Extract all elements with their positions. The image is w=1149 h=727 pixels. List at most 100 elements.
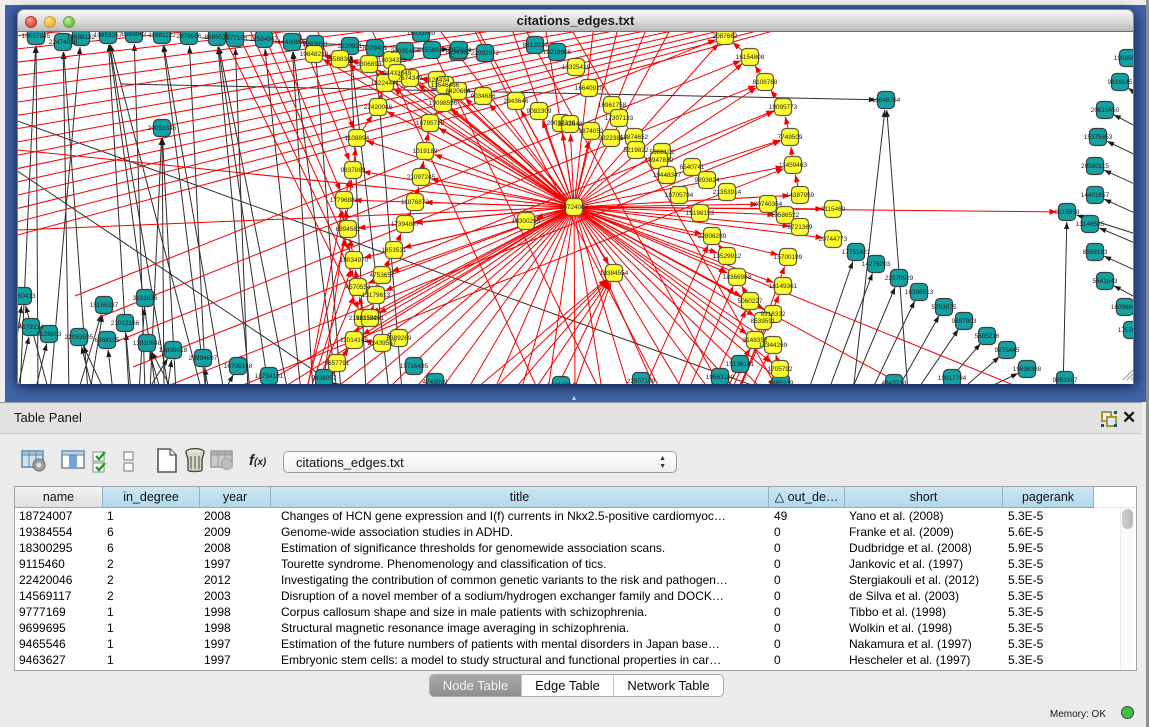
svg-text:9436057: 9436057	[312, 375, 337, 382]
svg-text:22420046: 22420046	[364, 104, 393, 111]
svg-text:10057945: 10057945	[22, 33, 51, 40]
svg-text:19586522: 19586522	[771, 212, 800, 219]
svg-text:19688132: 19688132	[67, 34, 96, 41]
svg-text:15136141: 15136141	[726, 361, 755, 368]
svg-text:20615450: 20615450	[1091, 107, 1120, 114]
svg-text:9034686: 9034686	[471, 93, 496, 100]
svg-text:10848230: 10848230	[300, 51, 329, 58]
svg-text:22806289: 22806289	[698, 233, 727, 240]
svg-text:3131636: 3131636	[133, 295, 158, 302]
svg-text:11584847: 11584847	[250, 36, 278, 43]
svg-text:5641643: 5641643	[1093, 278, 1118, 285]
svg-text:19384554: 19384554	[600, 270, 629, 277]
svg-text:5308102: 5308102	[650, 149, 675, 156]
svg-text:19448347: 19448347	[653, 172, 682, 179]
svg-text:15588301: 15588301	[326, 56, 355, 63]
svg-text:11014145: 11014145	[340, 337, 368, 344]
svg-text:14275203: 14275203	[862, 261, 891, 268]
svg-text:8721369: 8721369	[788, 224, 813, 231]
svg-text:8215958: 8215958	[1055, 209, 1080, 216]
svg-text:6994562: 6994562	[336, 226, 361, 233]
svg-text:18300295: 18300295	[512, 218, 541, 225]
svg-text:8359183: 8359183	[1083, 249, 1108, 256]
svg-text:1019189: 1019189	[413, 148, 438, 155]
svg-text:1108894: 1108894	[345, 135, 370, 142]
svg-text:14401657: 14401657	[1081, 192, 1110, 199]
svg-text:19836388: 19836388	[1013, 366, 1042, 373]
svg-text:5060227: 5060227	[738, 298, 763, 305]
svg-text:9887903: 9887903	[952, 318, 977, 325]
svg-text:15700199: 15700199	[774, 254, 803, 261]
svg-text:9893824: 9893824	[695, 177, 720, 184]
svg-text:16648764: 16648764	[872, 97, 901, 104]
svg-text:4050413: 4050413	[18, 293, 36, 300]
svg-text:17307133: 17307133	[605, 115, 634, 122]
svg-text:13146585: 13146585	[1076, 221, 1105, 228]
svg-text:17559643: 17559643	[1118, 327, 1134, 334]
svg-text:2077105: 2077105	[223, 35, 248, 42]
svg-text:11318461: 11318461	[356, 315, 384, 322]
svg-text:9318332: 9318332	[761, 311, 786, 318]
svg-text:9816145: 9816145	[1108, 79, 1133, 86]
svg-text:7674349: 7674349	[398, 75, 423, 82]
svg-text:13910648: 13910648	[133, 340, 162, 347]
svg-text:12344269: 12344269	[759, 342, 788, 349]
svg-text:5685216: 5685216	[975, 333, 1000, 340]
svg-text:2087662: 2087662	[713, 33, 738, 40]
svg-text:6128503: 6128503	[37, 331, 62, 338]
svg-text:6420686: 6420686	[446, 88, 471, 95]
svg-text:20744773: 20744773	[819, 236, 848, 243]
svg-text:20580115: 20580115	[1081, 163, 1109, 170]
svg-text:5219822: 5219822	[624, 147, 649, 154]
svg-text:19017734: 19017734	[938, 375, 967, 382]
svg-text:19098556: 19098556	[429, 100, 458, 107]
svg-text:16705148: 16705148	[224, 363, 253, 370]
svg-text:17394887: 17394887	[391, 221, 420, 228]
svg-text:4679214: 4679214	[19, 324, 44, 331]
svg-text:22053595: 22053595	[65, 334, 94, 341]
svg-text:4743069: 4743069	[423, 379, 448, 384]
svg-text:17751421: 17751421	[842, 249, 871, 256]
svg-text:19218906: 19218906	[543, 49, 572, 56]
svg-text:1705792: 1705792	[768, 366, 793, 373]
svg-text:21353914: 21353914	[713, 189, 742, 196]
svg-text:21097245: 21097245	[407, 174, 436, 181]
svg-text:9275445: 9275445	[995, 347, 1020, 354]
svg-text:22507109: 22507109	[627, 378, 656, 384]
svg-text:15716485: 15716485	[400, 363, 429, 370]
svg-text:7357224: 7357224	[447, 47, 472, 54]
svg-text:9082309: 9082309	[527, 108, 552, 115]
svg-text:1653531: 1653531	[382, 247, 407, 254]
svg-text:9657791: 9657791	[325, 360, 350, 367]
svg-text:4570554: 4570554	[346, 284, 371, 291]
svg-text:16961758: 16961758	[598, 102, 627, 109]
svg-text:6368105: 6368105	[95, 337, 120, 344]
svg-text:18874652: 18874652	[620, 134, 649, 141]
svg-text:16224441: 16224441	[371, 80, 400, 87]
svg-text:11876872: 11876872	[401, 199, 429, 206]
svg-text:14387959: 14387959	[786, 192, 815, 199]
svg-text:20053346: 20053346	[148, 125, 177, 132]
svg-text:11558837: 11558837	[418, 47, 446, 54]
svg-text:9115460: 9115460	[821, 206, 846, 213]
svg-text:16154808: 16154808	[736, 54, 765, 61]
svg-text:18034339: 18034339	[378, 57, 407, 64]
svg-text:18705794: 18705794	[665, 192, 694, 199]
svg-text:16033809: 16033809	[407, 32, 436, 37]
svg-text:4843718: 4843718	[882, 380, 907, 384]
svg-text:11881122: 11881122	[148, 32, 176, 39]
svg-text:16640910: 16640910	[575, 85, 604, 92]
svg-text:8813014: 8813014	[523, 42, 548, 49]
svg-text:13325419: 13325419	[562, 64, 591, 71]
svg-text:9983893: 9983893	[303, 41, 328, 48]
svg-text:22570529: 22570529	[885, 275, 914, 282]
svg-text:8369062: 8369062	[122, 32, 147, 38]
svg-text:3642648: 3642648	[558, 121, 583, 128]
svg-text:22992872: 22992872	[471, 50, 500, 57]
svg-text:21012166: 21012166	[111, 320, 140, 327]
svg-text:19095773: 19095773	[769, 104, 798, 111]
svg-text:19085076: 19085076	[1114, 55, 1134, 62]
svg-text:2943646: 2943646	[504, 98, 529, 105]
svg-text:15375853: 15375853	[1084, 134, 1113, 141]
svg-text:8539591: 8539591	[751, 318, 776, 325]
